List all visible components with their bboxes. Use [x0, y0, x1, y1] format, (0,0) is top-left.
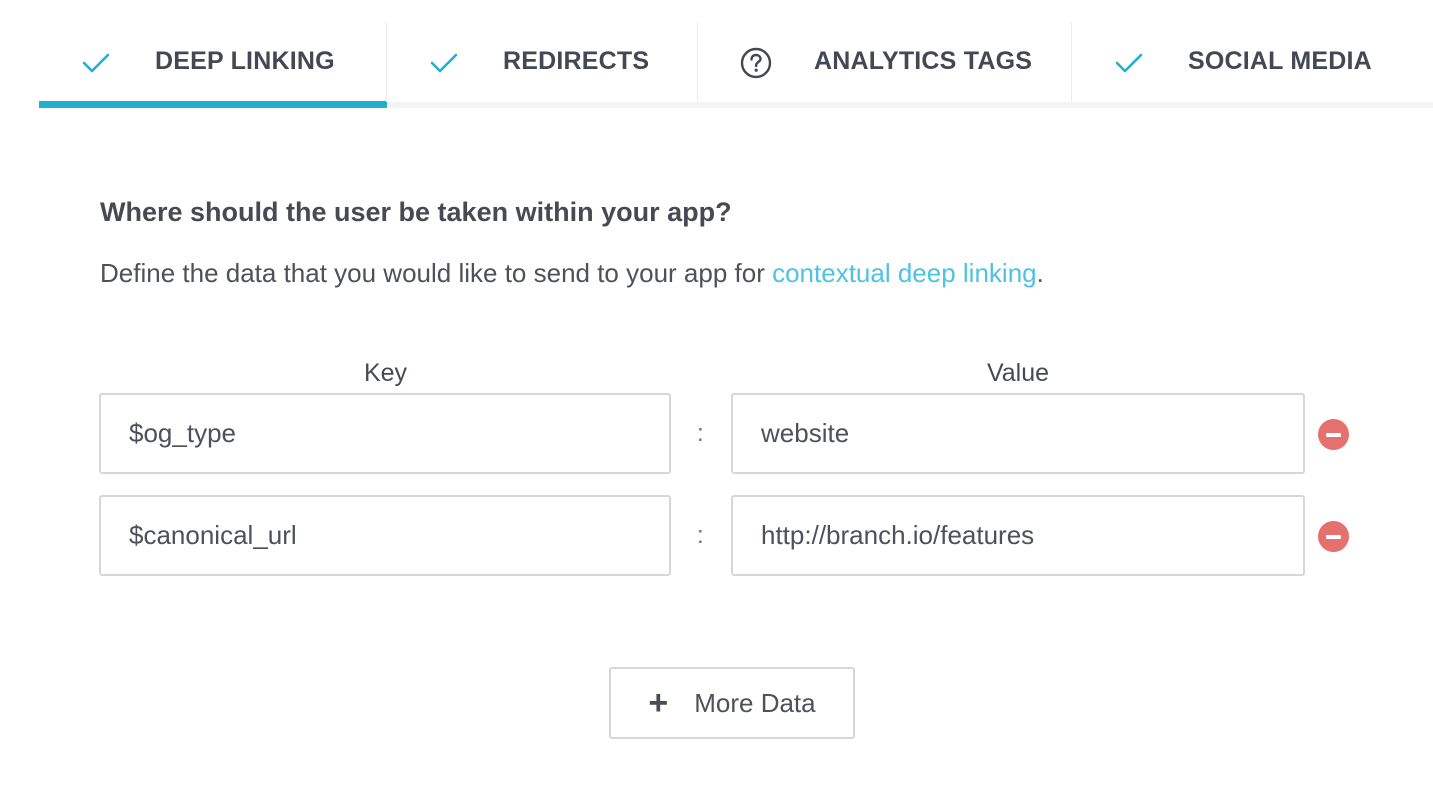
tab-social-media[interactable]: SOCIAL MEDIA	[1072, 22, 1433, 108]
plus-icon: +	[648, 684, 669, 722]
tab-label: SOCIAL MEDIA	[1188, 47, 1372, 75]
tab-underline	[1072, 102, 1433, 108]
question-circle-icon	[740, 47, 772, 79]
section-heading: Where should the user be taken within yo…	[100, 197, 732, 227]
tab-label: DEEP LINKING	[155, 47, 335, 75]
check-icon	[1115, 49, 1143, 77]
tab-label: REDIRECTS	[503, 47, 650, 75]
key-column-header: Key	[363, 359, 408, 387]
value-input[interactable]: website	[731, 393, 1305, 474]
contextual-deep-linking-link[interactable]: contextual deep linking	[772, 258, 1037, 288]
description-end: .	[1036, 258, 1044, 288]
value-input[interactable]: http://branch.io/features	[731, 495, 1305, 576]
key-input[interactable]: $og_type	[99, 393, 671, 474]
description-text: Define the data that you would like to s…	[100, 258, 773, 288]
check-icon	[82, 49, 110, 77]
tab-analytics-tags[interactable]: ANALYTICS TAGS	[698, 22, 1072, 108]
tab-redirects[interactable]: REDIRECTS	[387, 22, 698, 108]
remove-row-button[interactable]	[1318, 521, 1349, 552]
tab-deep-linking[interactable]: DEEP LINKING	[39, 22, 387, 108]
tab-bar: DEEP LINKING REDIRECTS ANALYTICS TAGS SO…	[39, 22, 1433, 108]
key-input[interactable]: $canonical_url	[99, 495, 671, 576]
key-value-separator: :	[697, 420, 704, 447]
tab-underline	[387, 102, 698, 108]
check-icon	[430, 49, 458, 77]
tab-underline	[698, 102, 1072, 108]
more-data-label: More Data	[694, 687, 816, 718]
value-column-header: Value	[986, 359, 1050, 387]
more-data-button[interactable]: + More Data	[609, 667, 855, 739]
remove-row-button[interactable]	[1318, 419, 1349, 450]
section-description: Define the data that you would like to s…	[100, 256, 1044, 290]
tab-label: ANALYTICS TAGS	[814, 47, 1033, 75]
key-value-separator: :	[697, 522, 704, 549]
tab-active-indicator	[39, 101, 387, 108]
